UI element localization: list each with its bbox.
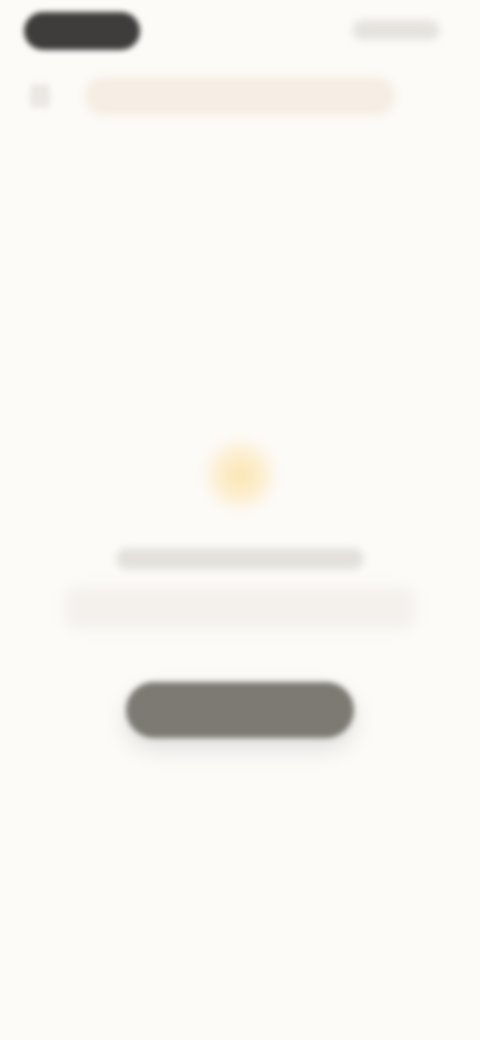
primary-action-button[interactable]: [126, 682, 354, 738]
empty-state-description: [64, 586, 416, 630]
back-arrow-icon[interactable]: [30, 84, 50, 108]
status-bar: [0, 0, 480, 64]
lightbulb-icon: [203, 438, 277, 512]
empty-state-title: [116, 548, 364, 570]
status-time: [24, 12, 140, 50]
header: [0, 72, 480, 120]
empty-state: [0, 420, 480, 760]
status-indicators: [352, 20, 440, 40]
search-input[interactable]: [84, 76, 396, 116]
